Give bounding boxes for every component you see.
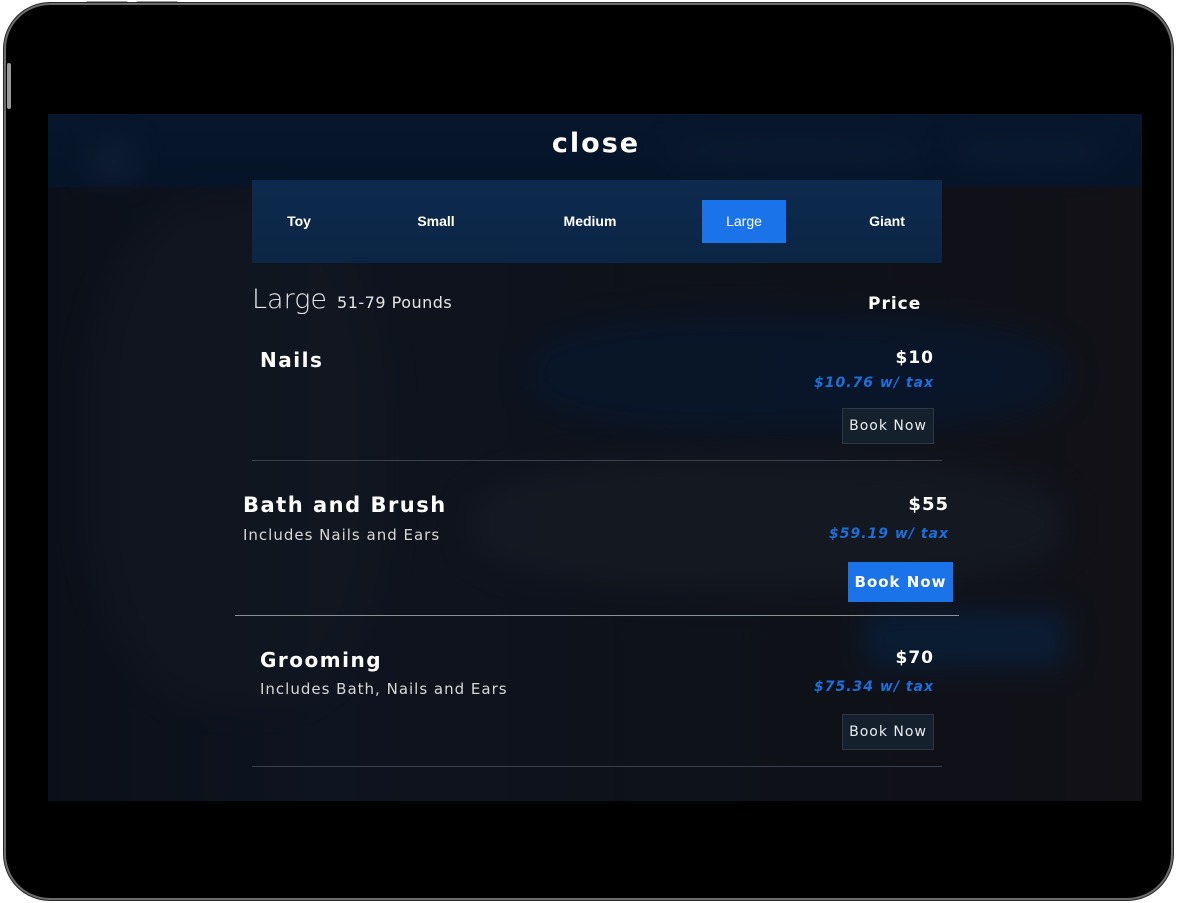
device-side-button — [7, 63, 11, 109]
size-name: Large — [252, 284, 328, 315]
book-now-button[interactable]: Book Now — [842, 408, 934, 444]
service-price: $70 — [895, 648, 934, 668]
size-tabs: Toy Small Medium Large Giant — [252, 180, 942, 263]
size-heading: Large 51-79 Pounds — [252, 284, 452, 315]
service-price: $10 — [895, 348, 934, 368]
tab-large[interactable]: Large — [702, 200, 786, 243]
close-button[interactable]: close — [538, 121, 654, 167]
tab-giant[interactable]: Giant — [854, 200, 920, 243]
tab-small[interactable]: Small — [402, 200, 470, 243]
price-column-header: Price — [868, 294, 922, 314]
tablet-screen: close Toy Small Medium Large Giant Large… — [48, 47, 1142, 855]
service-row-bath-and-brush: Bath and Brush Includes Nails and Ears $… — [235, 473, 959, 616]
service-row-grooming: Grooming Includes Bath, Nails and Ears $… — [252, 629, 942, 767]
tab-medium[interactable]: Medium — [547, 200, 633, 243]
service-price: $55 — [908, 494, 949, 515]
tablet-frame: close Toy Small Medium Large Giant Large… — [6, 5, 1171, 898]
service-description: Includes Nails and Ears — [243, 526, 441, 544]
service-name: Bath and Brush — [243, 493, 447, 517]
service-price-with-tax: $59.19 w/ tax — [829, 526, 949, 542]
service-price-with-tax: $75.34 w/ tax — [814, 679, 934, 695]
service-name: Grooming — [260, 648, 383, 672]
service-name: Nails — [260, 348, 324, 372]
size-range: 51-79 Pounds — [337, 293, 453, 312]
book-now-button[interactable]: Book Now — [848, 562, 953, 602]
service-row-nails: Nails $10 $10.76 w/ tax Book Now — [252, 339, 942, 461]
tab-toy[interactable]: Toy — [272, 200, 326, 243]
service-description: Includes Bath, Nails and Ears — [260, 680, 508, 698]
book-now-button[interactable]: Book Now — [842, 714, 934, 750]
service-price-with-tax: $10.76 w/ tax — [814, 375, 934, 391]
